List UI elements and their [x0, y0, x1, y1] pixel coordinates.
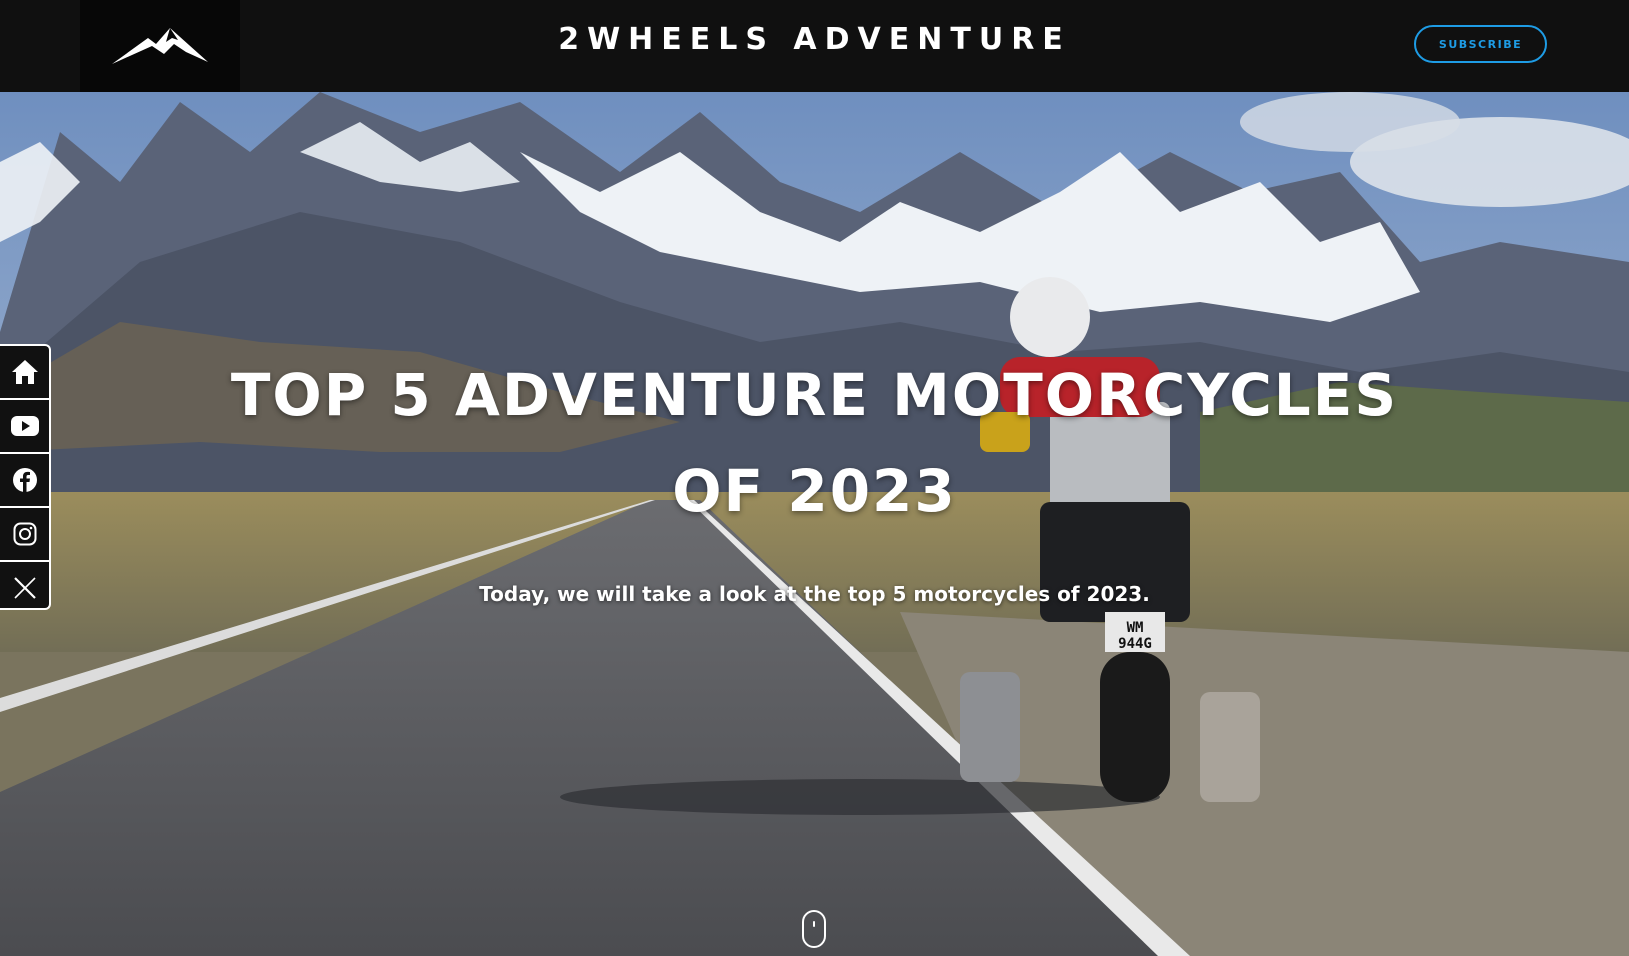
social-x-link[interactable] [0, 562, 49, 614]
x-icon [13, 577, 36, 599]
license-plate-text-line1: WM [1127, 620, 1144, 636]
hero-subtitle: Today, we will take a look at the top 5 … [479, 582, 1150, 606]
site-title[interactable]: 2WHEELS ADVENTURE [0, 22, 1629, 57]
site-header: 2WHEELS ADVENTURE SUBSCRIBE [0, 0, 1629, 92]
hero-title: TOP 5 ADVENTURE MOTORCYCLES OF 2023 [0, 347, 1629, 539]
home-icon [11, 360, 38, 384]
license-plate-text-line2: 944G [1118, 636, 1152, 652]
hero-section: WM 944G TOP 5 ADVENTURE MOTORCYCLES OF 2… [0, 92, 1629, 956]
social-home-link[interactable] [0, 346, 49, 400]
social-sidebar [0, 344, 51, 610]
youtube-icon [10, 416, 39, 436]
social-youtube-link[interactable] [0, 400, 49, 454]
instagram-icon [13, 522, 36, 546]
social-facebook-link[interactable] [0, 454, 49, 508]
scroll-down-indicator[interactable] [802, 910, 826, 948]
hero-title-line2: OF 2023 [672, 457, 957, 525]
social-instagram-link[interactable] [0, 508, 49, 562]
hero-title-line1: TOP 5 ADVENTURE MOTORCYCLES [230, 361, 1399, 429]
facebook-icon [12, 468, 37, 492]
subscribe-button[interactable]: SUBSCRIBE [1414, 25, 1547, 63]
scroll-wheel-icon [813, 921, 815, 927]
